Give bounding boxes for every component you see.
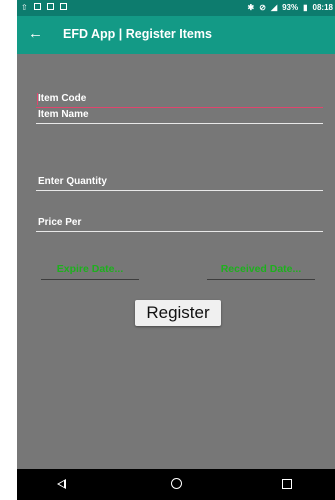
battery-icon: ▮ [303,3,308,12]
upload-icon: ⇧ [21,3,28,12]
status-right-icons: ✱ ⊘ ◢ 93% ▮ 08:18 [248,3,333,12]
page-title: EFD App | Register Items [63,27,212,41]
clock: 08:18 [312,3,333,12]
item-name-placeholder: Item Name [38,109,89,120]
battery-level: 93% [282,3,299,12]
price-field[interactable]: Price Per [36,214,323,232]
item-name-field[interactable]: Item Name [36,106,323,124]
quantity-placeholder: Enter Quantity [38,176,107,187]
received-date-button[interactable]: Received Date... [207,260,315,280]
signal-icon: ◢ [270,3,278,12]
sim-icon [46,3,54,10]
home-circle-icon[interactable] [171,478,182,489]
gallery-icon [33,3,41,10]
status-left-icons: ⇧ [21,3,67,12]
register-button[interactable]: Register [135,300,221,326]
do-not-disturb-icon: ⊘ [259,3,266,12]
app-bar: ← EFD App | Register Items [17,16,335,54]
text-cursor [37,93,38,105]
status-bar: ⇧ ✱ ⊘ ◢ 93% ▮ 08:18 [17,0,335,16]
lock-icon [59,3,67,10]
quantity-field[interactable]: Enter Quantity [36,173,323,191]
price-placeholder: Price Per [38,217,82,228]
item-code-placeholder: Item Code [38,93,87,104]
expire-date-button[interactable]: Expire Date... [41,260,139,280]
back-triangle-icon[interactable] [57,479,66,489]
back-arrow-icon[interactable]: ← [28,25,43,43]
navigation-bar [17,469,335,500]
recents-square-icon[interactable] [282,479,292,489]
bluetooth-icon: ✱ [247,3,255,12]
phone-screen: ⇧ ✱ ⊘ ◢ 93% ▮ 08:18 ← EFD App | Register… [17,0,335,500]
